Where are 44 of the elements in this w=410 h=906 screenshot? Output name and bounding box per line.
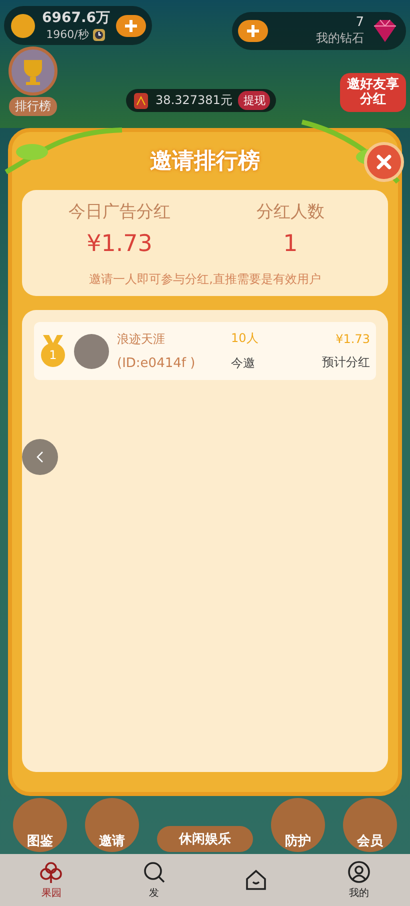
coin-icon xyxy=(10,12,36,38)
user-id: (ID:e0414f ) xyxy=(117,356,196,371)
game-menu-button[interactable]: 图鉴 xyxy=(13,798,67,852)
dividend-amount: ¥1.73 xyxy=(336,332,370,346)
plus-button[interactable] xyxy=(116,14,146,36)
coin-rate: 1960/秒 xyxy=(46,27,89,42)
stat-label: 分红人数 xyxy=(256,201,324,223)
stat-value: ¥1.73 xyxy=(86,231,152,257)
user-name: 浪迹天涯 xyxy=(117,331,166,348)
house-icon xyxy=(244,868,268,892)
avatar-photo xyxy=(74,334,109,368)
invite-count: 10人 xyxy=(231,330,260,347)
close-icon xyxy=(375,153,393,171)
withdraw-button[interactable]: 提现 xyxy=(238,91,270,110)
invite-label: 今邀 xyxy=(231,355,256,372)
leaderboard-button[interactable]: 排行榜 xyxy=(9,97,57,116)
game-menu-button[interactable]: 休闲娱乐 xyxy=(157,826,253,852)
coin-amount: 6967.6万 xyxy=(42,9,110,27)
stat-value: 1 xyxy=(283,231,298,257)
chevron-left-icon xyxy=(35,450,45,464)
person-icon xyxy=(346,860,371,884)
medal-badge: 1 xyxy=(41,343,65,367)
game-menu-button[interactable]: 邀请 xyxy=(85,798,139,852)
diamond-count: 7 xyxy=(356,15,364,30)
dividend-label: 预计分红 xyxy=(322,354,370,370)
game-menu-button[interactable]: 会员 xyxy=(343,798,397,852)
close-button[interactable] xyxy=(364,142,404,182)
clover-icon xyxy=(39,860,64,884)
game-menu-button[interactable]: 防护 xyxy=(271,798,325,852)
info-text: 邀请一人即可参与分红,直推需要是有效用户 xyxy=(88,271,322,288)
clock-icon xyxy=(92,28,106,42)
modal-title: 邀请排行榜 xyxy=(150,148,260,176)
tab-item[interactable]: 果园 xyxy=(21,860,82,900)
trophy-icon[interactable] xyxy=(8,46,58,96)
search-icon xyxy=(142,860,166,884)
tab-item[interactable]: 我的 xyxy=(328,860,389,900)
plus-button[interactable] xyxy=(238,20,268,42)
stat-label: 今日广告分红 xyxy=(68,201,170,223)
envelope-icon xyxy=(132,92,150,110)
ranking-row[interactable]: 1 浪迹天涯 (ID:e0414f ) 10人 今邀 ¥1.73 预计分红 xyxy=(34,322,376,380)
diamond-label: 我的钻石 xyxy=(316,30,364,47)
tab-item[interactable]: 发 xyxy=(124,860,184,900)
cash-amount: 38.327381元 xyxy=(156,92,232,109)
invite-promo-button[interactable]: 邀好友享分红 xyxy=(340,72,406,112)
